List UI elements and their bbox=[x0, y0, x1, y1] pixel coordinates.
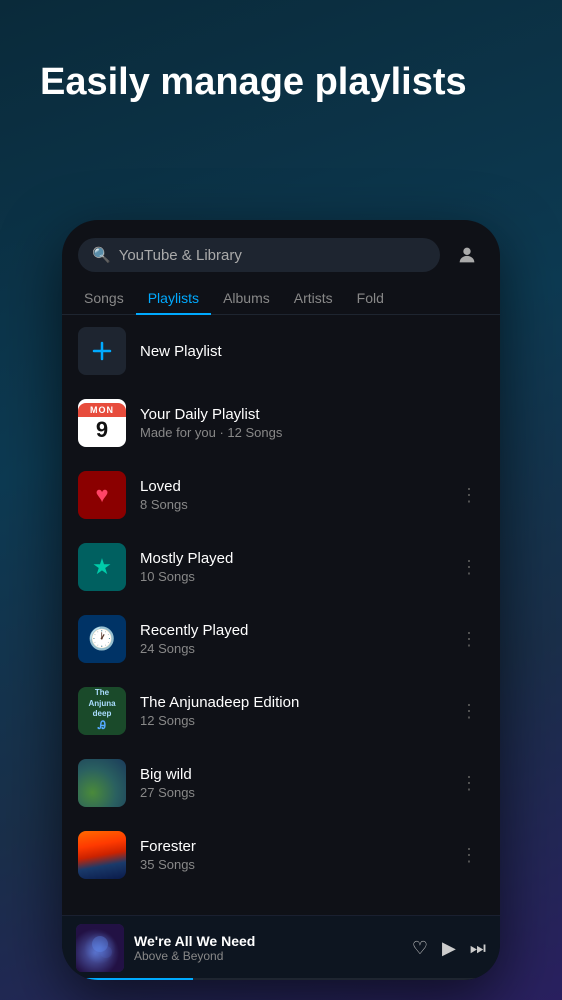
progress-bar bbox=[62, 978, 500, 980]
list-item[interactable]: ♥ Loved 8 Songs ⋮ bbox=[62, 459, 500, 531]
mostly-played-subtitle: 10 Songs bbox=[140, 569, 440, 584]
play-button[interactable]: ▶ bbox=[442, 938, 456, 959]
list-item[interactable]: ★ Mostly Played 10 Songs ⋮ bbox=[62, 531, 500, 603]
recently-played-icon: 🕐 bbox=[78, 615, 126, 663]
tabs-bar: Songs Playlists Albums Artists Fold bbox=[62, 282, 500, 315]
anjuna-subtitle: 12 Songs bbox=[140, 713, 440, 728]
now-playing-bar: We're All We Need Above & Beyond ♡ ▶ ⏭ bbox=[62, 915, 500, 980]
anjuna-info: The Anjunadeep Edition 12 Songs bbox=[140, 694, 440, 728]
daily-playlist-title: Your Daily Playlist bbox=[140, 406, 484, 423]
bigwild-subtitle: 27 Songs bbox=[140, 785, 440, 800]
mostly-played-info: Mostly Played 10 Songs bbox=[140, 550, 440, 584]
tab-artists[interactable]: Artists bbox=[282, 282, 345, 314]
list-item[interactable]: MON 9 Your Daily Playlist Made for you ·… bbox=[62, 387, 500, 459]
search-input-wrap[interactable]: 🔍 YouTube & Library bbox=[78, 238, 440, 272]
mostly-played-title: Mostly Played bbox=[140, 550, 440, 567]
bigwild-icon bbox=[78, 759, 126, 807]
forester-title: Forester bbox=[140, 838, 440, 855]
daily-playlist-info: Your Daily Playlist Made for you · 12 So… bbox=[140, 406, 484, 440]
search-icon: 🔍 bbox=[92, 246, 111, 264]
bigwild-title: Big wild bbox=[140, 766, 440, 783]
more-icon[interactable]: ⋮ bbox=[454, 481, 484, 510]
anjuna-icon: TheAnjunadeepᎯ bbox=[78, 687, 126, 735]
page-title: Easily manage playlists bbox=[40, 60, 522, 106]
anjuna-title: The Anjunadeep Edition bbox=[140, 694, 440, 711]
more-icon[interactable]: ⋮ bbox=[454, 697, 484, 726]
recently-played-subtitle: 24 Songs bbox=[140, 641, 440, 656]
now-playing-info: We're All We Need Above & Beyond bbox=[134, 933, 402, 963]
new-playlist-info: New Playlist bbox=[140, 343, 484, 360]
loved-icon: ♥ bbox=[78, 471, 126, 519]
calendar-day: 9 bbox=[96, 417, 108, 443]
phone-frame: 🔍 YouTube & Library Songs Playlists Albu… bbox=[62, 220, 500, 980]
now-playing-thumbnail bbox=[76, 924, 124, 972]
bigwild-info: Big wild 27 Songs bbox=[140, 766, 440, 800]
loved-info: Loved 8 Songs bbox=[140, 478, 440, 512]
calendar-month: MON bbox=[78, 403, 126, 417]
skip-button[interactable]: ⏭ bbox=[470, 938, 486, 959]
list-item[interactable]: 🕐 Recently Played 24 Songs ⋮ bbox=[62, 603, 500, 675]
more-icon[interactable]: ⋮ bbox=[454, 841, 484, 870]
list-item[interactable]: New Playlist bbox=[62, 315, 500, 387]
now-playing-artist: Above & Beyond bbox=[134, 949, 402, 963]
now-playing-title: We're All We Need bbox=[134, 933, 402, 949]
playlist-list: New Playlist MON 9 Your Daily Playlist M… bbox=[62, 315, 500, 915]
tab-playlists[interactable]: Playlists bbox=[136, 282, 211, 314]
more-icon[interactable]: ⋮ bbox=[454, 769, 484, 798]
list-item[interactable]: Forester 35 Songs ⋮ bbox=[62, 819, 500, 891]
search-input[interactable]: YouTube & Library bbox=[119, 247, 242, 264]
daily-playlist-subtitle: Made for you · 12 Songs bbox=[140, 425, 484, 440]
tab-songs[interactable]: Songs bbox=[72, 282, 136, 314]
account-icon[interactable] bbox=[450, 238, 484, 272]
now-playing-controls: ♡ ▶ ⏭ bbox=[412, 938, 486, 959]
new-playlist-title: New Playlist bbox=[140, 343, 484, 360]
list-item[interactable]: Big wild 27 Songs ⋮ bbox=[62, 747, 500, 819]
more-icon[interactable]: ⋮ bbox=[454, 625, 484, 654]
search-bar: 🔍 YouTube & Library bbox=[62, 220, 500, 282]
loved-subtitle: 8 Songs bbox=[140, 497, 440, 512]
tab-albums[interactable]: Albums bbox=[211, 282, 282, 314]
recently-played-info: Recently Played 24 Songs bbox=[140, 622, 440, 656]
more-icon[interactable]: ⋮ bbox=[454, 553, 484, 582]
forester-subtitle: 35 Songs bbox=[140, 857, 440, 872]
recently-played-title: Recently Played bbox=[140, 622, 440, 639]
progress-fill bbox=[62, 978, 193, 980]
new-playlist-icon bbox=[78, 327, 126, 375]
like-button[interactable]: ♡ bbox=[412, 938, 428, 959]
forester-icon bbox=[78, 831, 126, 879]
forester-info: Forester 35 Songs bbox=[140, 838, 440, 872]
list-item[interactable]: TheAnjunadeepᎯ The Anjunadeep Edition 12… bbox=[62, 675, 500, 747]
mostly-played-icon: ★ bbox=[78, 543, 126, 591]
loved-title: Loved bbox=[140, 478, 440, 495]
daily-playlist-icon: MON 9 bbox=[78, 399, 126, 447]
tab-folders[interactable]: Fold bbox=[345, 282, 396, 314]
